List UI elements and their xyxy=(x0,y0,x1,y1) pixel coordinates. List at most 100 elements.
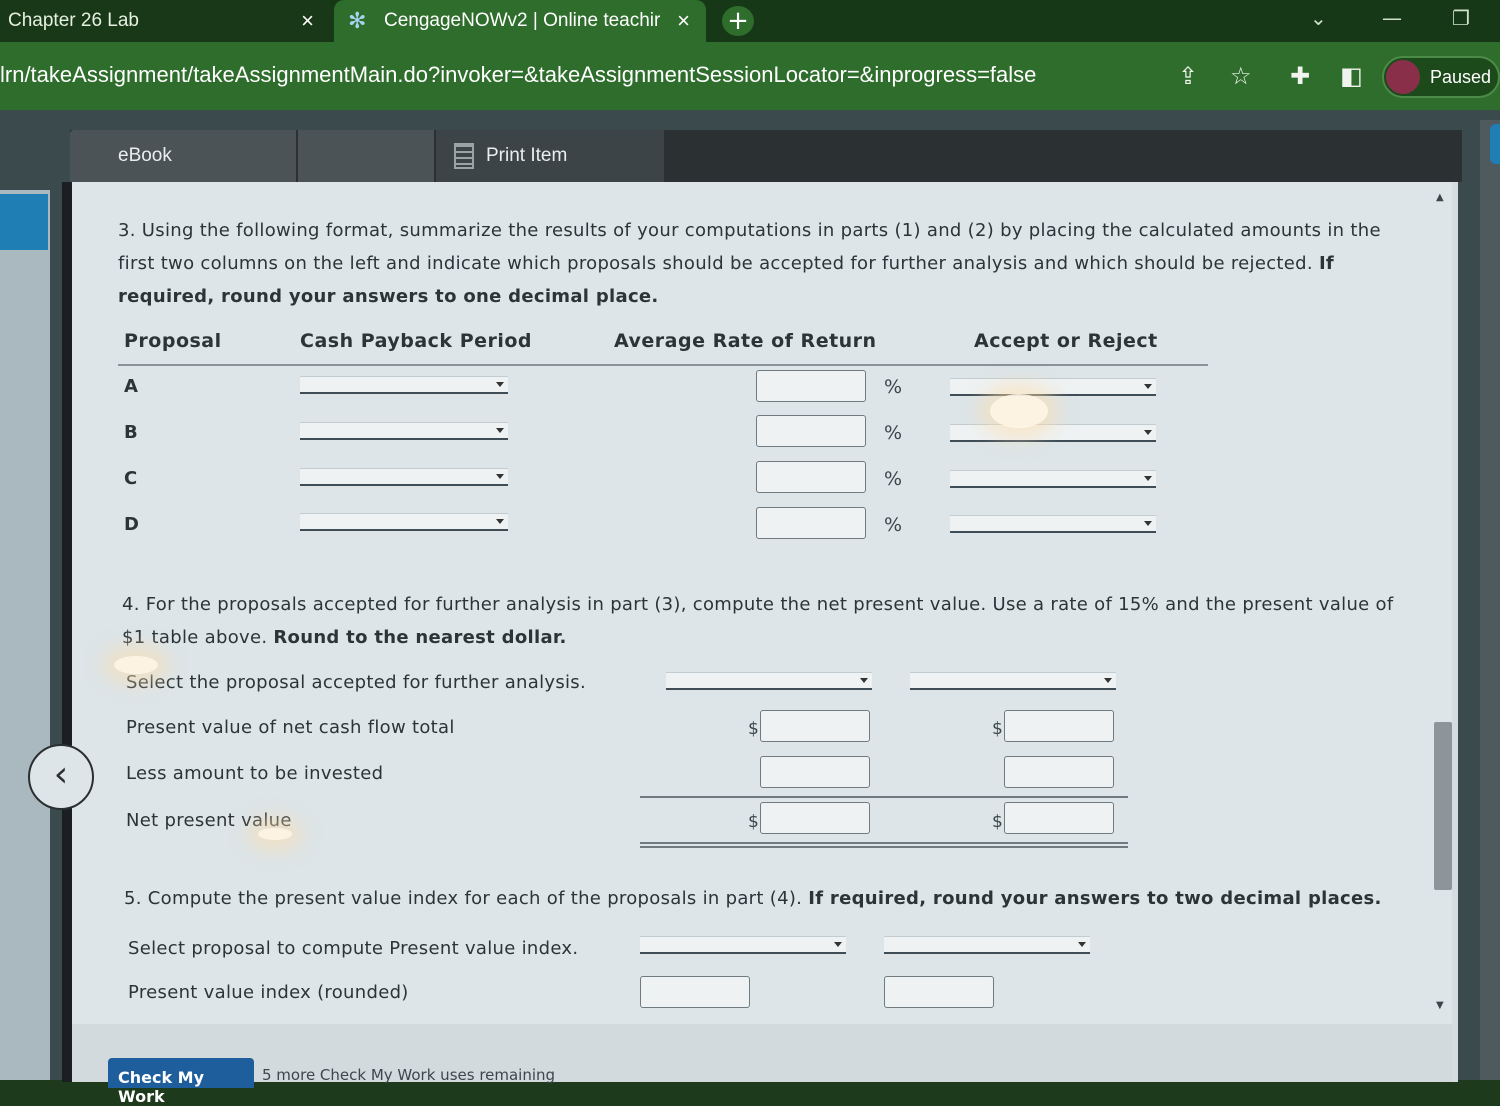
scroll-up-icon[interactable]: ▲ xyxy=(1436,192,1444,203)
sidebar-icon[interactable]: ◧ xyxy=(1340,62,1363,90)
pv-net-cash-flow-label: Present value of net cash flow total xyxy=(126,717,455,738)
tab-title: CengageNOWv2 | Online teachir xyxy=(384,10,661,31)
cash-payback-select-a[interactable] xyxy=(300,376,508,394)
print-item-tab[interactable]: Print Item xyxy=(436,130,664,182)
avg-return-input-b[interactable] xyxy=(756,415,866,447)
q3-instructions: 3. Using the following format, summarize… xyxy=(118,220,1381,274)
percent-a: % xyxy=(884,376,903,398)
avg-return-input-c[interactable] xyxy=(756,461,866,493)
header-accept-reject: Accept or Reject xyxy=(974,330,1158,352)
screen-glare xyxy=(258,828,292,840)
content-scrollbar[interactable]: ▲ ▼ xyxy=(1432,192,1452,1022)
new-tab-button[interactable]: + xyxy=(722,6,754,36)
question-3-text: 3. Using the following format, summarize… xyxy=(118,214,1418,313)
cash-payback-select-d[interactable] xyxy=(300,513,508,531)
cash-payback-select-c[interactable] xyxy=(300,468,508,486)
check-my-work-button[interactable]: Check My Work xyxy=(108,1058,254,1106)
question-5-text: 5. Compute the present value index for e… xyxy=(124,888,1382,909)
invested-input-1[interactable] xyxy=(760,756,870,788)
percent-b: % xyxy=(884,422,903,444)
profile-status: Paused xyxy=(1430,66,1492,87)
accept-reject-select-c[interactable] xyxy=(950,470,1156,488)
q5-instructions: 5. Compute the present value index for e… xyxy=(124,888,809,909)
previous-button[interactable]: ‹ xyxy=(28,744,94,810)
cengage-favicon-icon: ✻ xyxy=(348,8,367,33)
pv-input-1[interactable] xyxy=(760,710,870,742)
q5-rounding-note: If required, round your answers to two d… xyxy=(808,888,1382,909)
accept-reject-select-d[interactable] xyxy=(950,515,1156,533)
currency-symbol: $ xyxy=(748,812,759,832)
chevron-down-icon[interactable]: ⌄ xyxy=(1310,6,1327,30)
avg-return-input-d[interactable] xyxy=(756,507,866,539)
total-rule-2 xyxy=(640,846,1128,848)
question-4-text: 4. For the proposals accepted for furthe… xyxy=(122,588,1422,654)
less-invested-label: Less amount to be invested xyxy=(126,763,384,784)
assignment-nav: eBook Print Item xyxy=(70,130,1462,182)
blank-tab[interactable] xyxy=(298,130,434,182)
q5-proposal-select-2[interactable] xyxy=(884,936,1090,954)
tab-title: Chapter 26 Lab xyxy=(8,10,139,31)
question-panel: 3. Using the following format, summarize… xyxy=(62,182,1458,1106)
screen-glare xyxy=(990,394,1048,428)
document-icon xyxy=(454,143,474,169)
pv-index-input-1[interactable] xyxy=(640,976,750,1008)
ebook-tab[interactable]: eBook xyxy=(70,130,296,182)
row-label-b: B xyxy=(124,422,138,443)
url-field[interactable]: lrn/takeAssignment/takeAssignmentMain.do… xyxy=(0,62,1036,88)
profile-button[interactable]: Paused xyxy=(1382,56,1500,98)
percent-d: % xyxy=(884,514,903,536)
minimize-icon[interactable]: — xyxy=(1382,6,1402,30)
share-icon[interactable]: ⇪ xyxy=(1178,62,1198,90)
tab-cengage[interactable]: ✻ CengageNOWv2 | Online teachir × xyxy=(334,0,706,42)
row-label-a: A xyxy=(124,376,138,397)
scroll-down-icon[interactable]: ▼ xyxy=(1436,1000,1444,1011)
header-divider xyxy=(118,364,1208,366)
header-avg-return: Average Rate of Return xyxy=(614,330,877,352)
pv-index-input-2[interactable] xyxy=(884,976,994,1008)
scroll-thumb[interactable] xyxy=(1434,722,1452,890)
ebook-label: eBook xyxy=(118,145,172,166)
left-panel-toggle[interactable] xyxy=(0,194,48,250)
subtotal-rule xyxy=(640,796,1128,798)
tab-chapter-26-lab[interactable]: Chapter 26 Lab × xyxy=(0,0,330,42)
tab-close-icon[interactable]: × xyxy=(301,8,314,34)
percent-c: % xyxy=(884,468,903,490)
star-icon[interactable]: ☆ xyxy=(1230,62,1252,90)
header-proposal: Proposal xyxy=(124,330,222,352)
row-label-d: D xyxy=(124,514,139,535)
npv-input-2[interactable] xyxy=(1004,802,1114,834)
footer: Check My Work 5 more Check My Work uses … xyxy=(72,1024,1452,1106)
header-cash-payback: Cash Payback Period xyxy=(300,330,533,352)
currency-symbol: $ xyxy=(748,719,759,739)
q4-rounding-note: Round to the nearest dollar. xyxy=(273,627,567,648)
accept-reject-select-b[interactable] xyxy=(950,424,1156,442)
invested-input-2[interactable] xyxy=(1004,756,1114,788)
avg-return-input-a[interactable] xyxy=(756,370,866,402)
pv-index-label: Present value index (rounded) xyxy=(128,982,409,1003)
q4-select-label: Select the proposal accepted for further… xyxy=(126,672,587,693)
q5-select-label: Select proposal to compute Present value… xyxy=(128,938,579,959)
q5-proposal-select-1[interactable] xyxy=(640,936,846,954)
row-label-c: C xyxy=(124,468,138,489)
currency-symbol: $ xyxy=(992,812,1003,832)
question-content: 3. Using the following format, summarize… xyxy=(72,182,1452,1024)
npv-input-1[interactable] xyxy=(760,802,870,834)
pv-input-2[interactable] xyxy=(1004,710,1114,742)
accept-reject-select-a[interactable] xyxy=(950,378,1156,396)
q4-proposal-select-2[interactable] xyxy=(910,672,1116,690)
check-uses-remaining: 5 more Check My Work uses remaining xyxy=(262,1066,556,1084)
currency-symbol: $ xyxy=(992,719,1003,739)
page: eBook Print Item 3. Using the following … xyxy=(0,110,1500,1106)
right-edge xyxy=(1480,120,1500,1080)
address-bar: lrn/takeAssignment/takeAssignmentMain.do… xyxy=(0,42,1500,110)
left-strip xyxy=(0,190,50,1080)
restore-icon[interactable]: ❐ xyxy=(1452,6,1470,30)
cash-payback-select-b[interactable] xyxy=(300,422,508,440)
extensions-icon[interactable]: ✚ xyxy=(1290,62,1310,90)
screen-glare xyxy=(114,656,158,674)
q4-proposal-select-1[interactable] xyxy=(666,672,872,690)
browser-tab-bar: Chapter 26 Lab × ✻ CengageNOWv2 | Online… xyxy=(0,0,1500,42)
right-panel-toggle[interactable] xyxy=(1490,124,1500,164)
print-item-label: Print Item xyxy=(486,145,568,166)
tab-close-icon[interactable]: × xyxy=(677,8,690,34)
